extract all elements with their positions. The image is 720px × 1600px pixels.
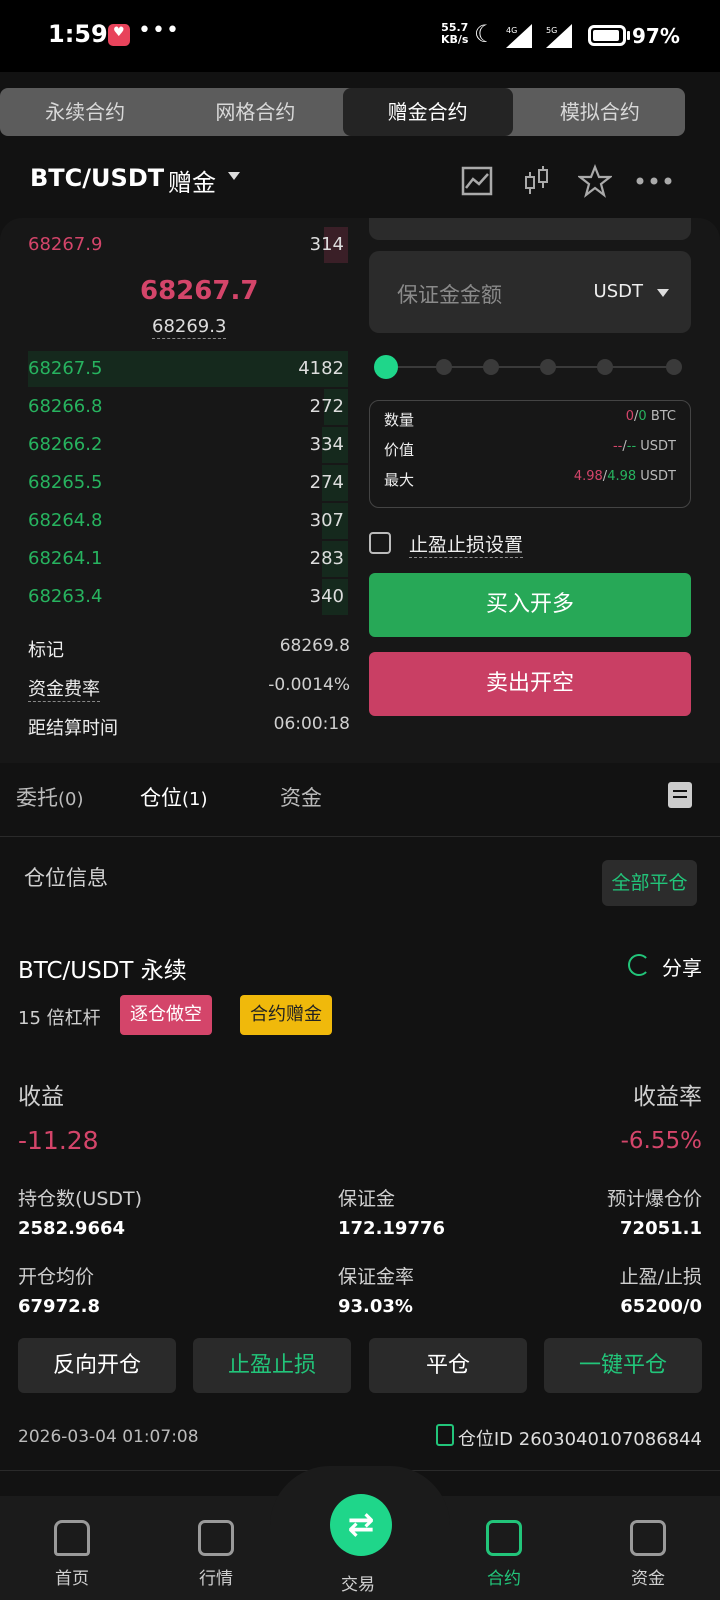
nav-home[interactable]: 首页 (32, 1520, 112, 1589)
bid-row[interactable]: 68266.2 334 (28, 427, 348, 463)
futures-icon (486, 1520, 522, 1556)
nav-trade[interactable]: 交易 (341, 1570, 375, 1595)
status-bar: 1:59 ••• 55.7 KB/s ☾ 4G 5G 97% (0, 0, 720, 72)
more-icon[interactable] (634, 164, 674, 198)
size-value: 2582.9664 (18, 1218, 126, 1239)
chevron-down-icon[interactable] (228, 172, 240, 180)
market-icon (198, 1520, 234, 1556)
entry-price-label: 开仓均价 (18, 1266, 95, 1288)
ask-row[interactable]: 68267.9 314 (28, 227, 348, 263)
position-time: 2026-03-04 01:07:08 (18, 1427, 199, 1447)
candlestick-icon[interactable] (520, 164, 554, 198)
reverse-position-button[interactable]: 反向开仓 (18, 1338, 176, 1393)
bid-row[interactable]: 68264.1 283 (28, 541, 348, 577)
bid-row[interactable]: 68267.5 4182 (28, 351, 348, 387)
slider-handle[interactable] (374, 355, 398, 379)
position-info-title: 仓位信息 (24, 866, 108, 890)
nav-assets[interactable]: 资金 (608, 1520, 688, 1589)
tab-bonus[interactable]: 赠金合约 (342, 88, 513, 136)
slider-step[interactable] (666, 359, 682, 375)
pair-tag[interactable]: 赠金 (168, 163, 216, 198)
price-input-partial[interactable] (369, 218, 691, 240)
copy-icon[interactable] (436, 1424, 454, 1446)
slider-step[interactable] (540, 359, 556, 375)
wallet-icon (630, 1520, 666, 1556)
leverage-label: 15 倍杠杆 (18, 1008, 101, 1029)
status-time: 1:59 (48, 20, 108, 48)
liq-price-value: 72051.1 (620, 1218, 702, 1239)
dnd-moon-icon: ☾ (474, 20, 496, 48)
last-price[interactable]: 68267.7 (140, 276, 258, 306)
tpsl-label: 止盈/止损 (619, 1266, 702, 1288)
pnl-value: -11.28 (18, 1126, 99, 1155)
pnl-rate-value: -6.55% (620, 1128, 702, 1154)
size-label: 持仓数(USDT) (18, 1188, 143, 1210)
svg-text:4G: 4G (506, 26, 517, 35)
tab-orders[interactable]: 委托(0) (16, 782, 84, 812)
tpsl-checkbox[interactable] (369, 532, 391, 554)
signal-icon-5g: 5G (546, 24, 572, 48)
slider-step[interactable] (597, 359, 613, 375)
battery-percent: 97% (632, 24, 680, 48)
index-price[interactable]: 68269.3 (152, 316, 227, 339)
sell-short-button[interactable]: 卖出开空 (369, 652, 691, 716)
star-icon[interactable] (578, 164, 612, 198)
network-speed: 55.7 KB/s (441, 21, 469, 46)
slider-step[interactable] (436, 359, 452, 375)
margin-label: 保证金 (338, 1188, 396, 1210)
signal-icon-4g: 4G (506, 24, 532, 48)
swap-icon[interactable]: ⇄ (330, 1494, 392, 1556)
bonus-badge: 合约赠金 (240, 995, 332, 1035)
margin-unit-select[interactable]: USDT (594, 281, 643, 302)
battery-icon (588, 25, 626, 46)
records-icon[interactable] (668, 782, 692, 808)
bid-row[interactable]: 68263.4 340 (28, 579, 348, 615)
tpsl-value: 65200/0 (620, 1296, 702, 1317)
tab-perpetual[interactable]: 永续合约 (0, 88, 170, 136)
margin-amount-input[interactable]: 保证金金额 USDT (369, 251, 691, 333)
entry-price-value: 67972.8 (18, 1296, 100, 1317)
amount-slider-track[interactable] (386, 366, 676, 368)
app-notification-icon (108, 24, 130, 46)
share-icon[interactable] (628, 954, 650, 976)
nav-market[interactable]: 行情 (176, 1520, 256, 1589)
tpsl-settings-label[interactable]: 止盈止损设置 (409, 530, 524, 558)
position-pair[interactable]: BTC/USDT 永续 (18, 951, 187, 985)
close-all-button[interactable]: 全部平仓 (602, 860, 697, 906)
chevron-down-icon[interactable] (657, 289, 669, 297)
home-icon (54, 1520, 90, 1556)
slider-step[interactable] (483, 359, 499, 375)
bid-row[interactable]: 68264.8 307 (28, 503, 348, 539)
position-id: 仓位ID 2603040107086844 (457, 1429, 702, 1450)
svg-text:5G: 5G (546, 26, 557, 35)
bid-row[interactable]: 68266.8 272 (28, 389, 348, 425)
tab-positions[interactable]: 仓位(1) (140, 782, 208, 812)
tab-demo[interactable]: 模拟合约 (515, 88, 685, 136)
pair-selector[interactable]: BTC/USDT (30, 164, 164, 192)
chart-icon[interactable] (460, 164, 494, 198)
share-button[interactable]: 分享 (662, 952, 702, 981)
pnl-label: 收益 (18, 1084, 64, 1110)
liq-price-label: 预计爆仓价 (606, 1188, 702, 1210)
position-mode-badge: 逐仓做空 (120, 995, 212, 1035)
more-notifications-icon: ••• (138, 18, 180, 43)
order-summary-box: 数量 0/0 BTC 价值 --/-- USDT 最大 4.98/4.98 US… (369, 400, 691, 508)
pnl-rate-label: 收益率 (633, 1084, 702, 1110)
tpsl-button[interactable]: 止盈止损 (193, 1338, 351, 1393)
quick-close-button[interactable]: 一键平仓 (544, 1338, 702, 1393)
margin-rate-label: 保证金率 (338, 1266, 415, 1288)
close-position-button[interactable]: 平仓 (369, 1338, 527, 1393)
contract-type-tabs: 永续合约 网格合约 赠金合约 模拟合约 (0, 88, 685, 136)
buy-long-button[interactable]: 买入开多 (369, 573, 691, 637)
tab-grid[interactable]: 网格合约 (170, 88, 340, 136)
margin-rate-value: 93.03% (338, 1296, 413, 1317)
margin-value: 172.19776 (338, 1218, 446, 1239)
tab-assets[interactable]: 资金 (280, 782, 322, 812)
bid-row[interactable]: 68265.5 274 (28, 465, 348, 501)
nav-futures[interactable]: 合约 (464, 1520, 544, 1589)
